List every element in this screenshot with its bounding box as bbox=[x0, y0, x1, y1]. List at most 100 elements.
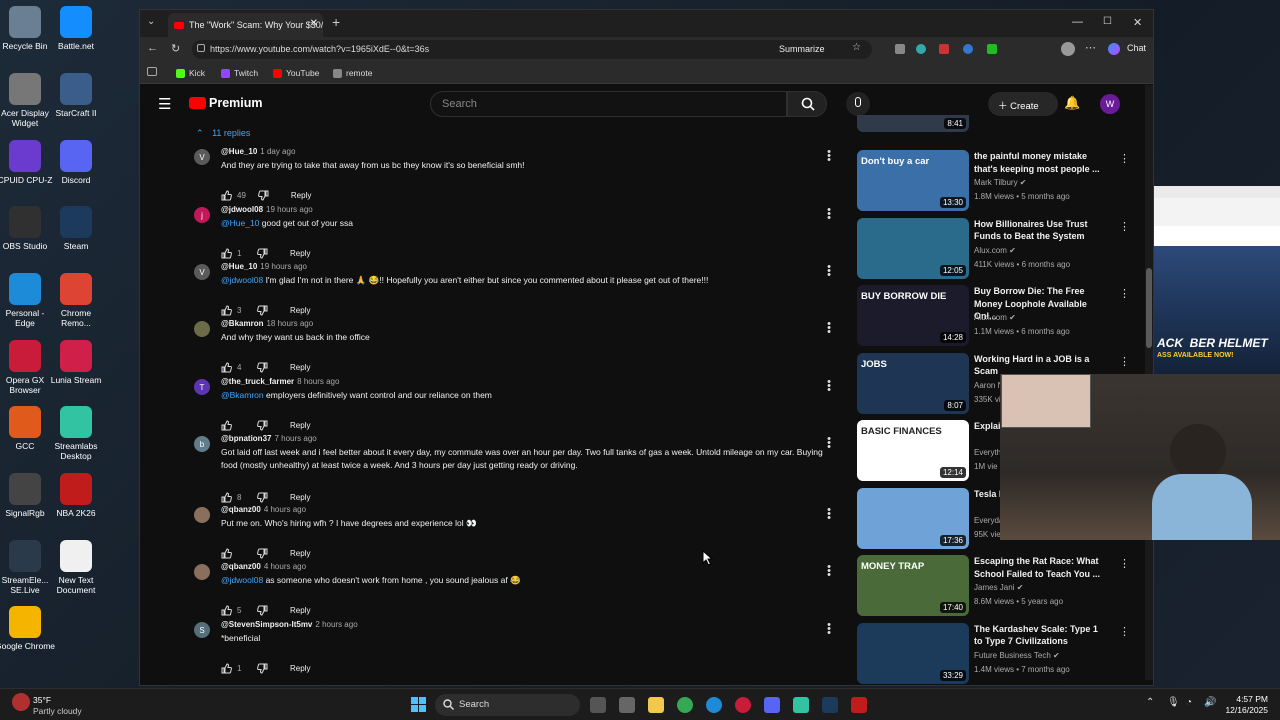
related-video[interactable]: MONEY TRAP 17:40 Escaping the Rat Race: Wh… bbox=[857, 555, 1142, 617]
thumbs-down-icon[interactable] bbox=[257, 190, 269, 201]
comment-more-icon[interactable]: • • • bbox=[826, 505, 832, 524]
reply-button[interactable]: Reply bbox=[290, 421, 310, 430]
steam-icon[interactable] bbox=[822, 697, 838, 713]
desktop-icon-nba-2k26[interactable]: NBA 2K26 bbox=[46, 473, 106, 518]
close-tab-icon[interactable]: ✕ bbox=[310, 18, 318, 29]
comment-mention[interactable]: @jdwool08 bbox=[221, 575, 263, 585]
video-thumbnail[interactable]: JOBS 8:07 bbox=[857, 352, 969, 414]
scrollbar-thumb[interactable] bbox=[1146, 268, 1152, 348]
edge-icon[interactable] bbox=[706, 697, 722, 713]
chat-button[interactable]: Chat bbox=[1127, 43, 1146, 53]
show-hidden-icons-chevron-icon[interactable]: ⌃ bbox=[1146, 697, 1154, 708]
voice-search-button[interactable] bbox=[846, 92, 870, 116]
comment-time[interactable]: 7 hours ago bbox=[274, 434, 316, 443]
create-button[interactable]: ＋ Create bbox=[988, 92, 1058, 116]
video-more-icon[interactable]: ⋮ bbox=[1119, 557, 1130, 570]
video-more-icon[interactable]: ⋮ bbox=[1119, 287, 1130, 300]
thumbs-down-icon[interactable] bbox=[257, 362, 268, 373]
hide-replies-button[interactable]: ⌃ 11 replies bbox=[196, 128, 250, 139]
comment-author[interactable]: @StevenSimpson-lt5mv bbox=[221, 620, 312, 629]
thumbs-up-icon[interactable] bbox=[221, 420, 232, 431]
menu-icon[interactable]: ☰ bbox=[158, 95, 171, 113]
video-channel[interactable]: Alux.com ✔ bbox=[974, 313, 1016, 322]
comment-author[interactable]: @bpnation37 bbox=[221, 434, 271, 443]
weather-icon[interactable] bbox=[12, 693, 30, 711]
profile-avatar[interactable] bbox=[1061, 42, 1075, 56]
refresh-icon[interactable]: ↻ bbox=[171, 42, 180, 55]
streamlabs-icon[interactable] bbox=[793, 697, 809, 713]
thumbs-down-icon[interactable] bbox=[257, 420, 268, 431]
reply-button[interactable]: Reply bbox=[290, 549, 310, 558]
reply-button[interactable]: Reply bbox=[290, 664, 310, 673]
comment-author[interactable]: @Hue_10 bbox=[221, 262, 257, 271]
file-explorer-icon[interactable] bbox=[648, 697, 664, 713]
search-button[interactable] bbox=[787, 91, 827, 117]
task-view-icon[interactable] bbox=[590, 697, 606, 713]
video-thumbnail[interactable]: 17:36 bbox=[857, 487, 969, 549]
extension-icon[interactable] bbox=[939, 44, 949, 54]
comment-more-icon[interactable]: • • • bbox=[826, 434, 832, 453]
desktop-icon-chrome-remo[interactable]: Chrome Remo... bbox=[46, 273, 106, 328]
collections-icon[interactable] bbox=[147, 67, 157, 76]
comment-more-icon[interactable]: • • • bbox=[826, 620, 832, 639]
maximize-icon[interactable]: ☐ bbox=[1103, 16, 1112, 27]
opera-gx-icon[interactable] bbox=[735, 697, 751, 713]
site-info-icon[interactable] bbox=[197, 44, 205, 52]
video-title[interactable]: the painful money mistake that's keeping… bbox=[974, 150, 1102, 175]
commenter-avatar[interactable]: T bbox=[194, 379, 210, 395]
comment-author[interactable]: @Hue_10 bbox=[221, 147, 257, 156]
microphone-tray-icon[interactable]: 🎙 bbox=[1167, 697, 1180, 708]
comment-time[interactable]: 8 hours ago bbox=[297, 377, 339, 386]
video-channel[interactable]: James Jani ✔ bbox=[974, 583, 1023, 592]
comment-more-icon[interactable]: • • • bbox=[826, 147, 832, 166]
copilot-icon[interactable] bbox=[1108, 43, 1120, 55]
video-thumbnail[interactable]: MONEY TRAP 17:40 bbox=[857, 555, 969, 616]
comment-more-icon[interactable]: • • • bbox=[826, 319, 832, 338]
bookmark-youtube[interactable]: YouTube bbox=[273, 68, 319, 78]
video-thumbnail[interactable]: BASIC FINANCES 12:14 bbox=[857, 420, 969, 481]
video-more-icon[interactable]: ⋮ bbox=[1119, 355, 1130, 368]
video-thumbnail[interactable]: 8:41 bbox=[857, 115, 969, 132]
video-thumbnail[interactable]: 33:29 bbox=[857, 622, 969, 684]
back-icon[interactable]: ← bbox=[147, 42, 158, 54]
related-video[interactable]: 12:05 How Billionaires Use Trust Funds to… bbox=[857, 217, 1142, 280]
comment-more-icon[interactable]: • • • bbox=[826, 205, 832, 224]
chrome-icon[interactable] bbox=[677, 697, 693, 713]
minimize-icon[interactable]: — bbox=[1072, 16, 1083, 28]
commenter-avatar[interactable]: b bbox=[194, 436, 210, 452]
video-more-icon[interactable]: ⋮ bbox=[1119, 220, 1130, 233]
comment-author[interactable]: @jdwool08 bbox=[221, 205, 263, 214]
commenter-avatar[interactable]: S bbox=[194, 622, 210, 638]
desktop-icon-starcraft-ii[interactable]: StarCraft II bbox=[46, 73, 106, 118]
desktop-icon-new-text-document[interactable]: New Text Document bbox=[46, 540, 106, 595]
video-channel[interactable]: Mark Tilbury ✔ bbox=[974, 178, 1027, 187]
commenter-avatar[interactable] bbox=[194, 321, 210, 337]
comment-author[interactable]: @Bkamron bbox=[221, 319, 263, 328]
extension-icon[interactable] bbox=[963, 44, 973, 54]
related-video[interactable]: Don't buy a car 13:30 the painful money mi… bbox=[857, 150, 1142, 212]
extension-icon[interactable] bbox=[987, 44, 997, 54]
thumbs-down-icon[interactable] bbox=[257, 605, 268, 616]
thumbs-up-icon[interactable] bbox=[221, 492, 232, 503]
commenter-avatar[interactable] bbox=[194, 507, 210, 523]
search-input[interactable]: Search bbox=[430, 91, 787, 117]
thumbs-down-icon[interactable] bbox=[257, 663, 268, 674]
youtube-premium-logo[interactable]: Premium bbox=[209, 96, 263, 110]
more-menu-icon[interactable]: ⋯ bbox=[1085, 41, 1096, 54]
comment-more-icon[interactable]: • • • bbox=[826, 562, 832, 581]
thumbs-up-icon[interactable] bbox=[221, 362, 232, 373]
video-thumbnail[interactable]: BUY BORROW DIE 14:28 bbox=[857, 285, 969, 346]
summarize-button[interactable]: Summarize bbox=[779, 44, 825, 54]
comment-time[interactable]: 4 hours ago bbox=[264, 562, 306, 571]
video-thumbnail[interactable]: Don't buy a car 13:30 bbox=[857, 150, 969, 211]
comment-mention[interactable]: @Hue_10 bbox=[221, 218, 259, 228]
video-title[interactable]: How Billionaires Use Trust Funds to Beat… bbox=[974, 218, 1102, 243]
desktop-icon-lunia-stream[interactable]: Lunia Stream bbox=[46, 340, 106, 385]
reply-button[interactable]: Reply bbox=[291, 191, 311, 200]
clock-date[interactable]: 12/16/2025 bbox=[1212, 705, 1268, 715]
thumbs-down-icon[interactable] bbox=[257, 492, 268, 503]
reply-button[interactable]: Reply bbox=[290, 306, 310, 315]
comment-more-icon[interactable]: • • • bbox=[826, 377, 832, 396]
widgets-icon[interactable] bbox=[619, 697, 635, 713]
thumbs-down-icon[interactable] bbox=[257, 248, 268, 259]
